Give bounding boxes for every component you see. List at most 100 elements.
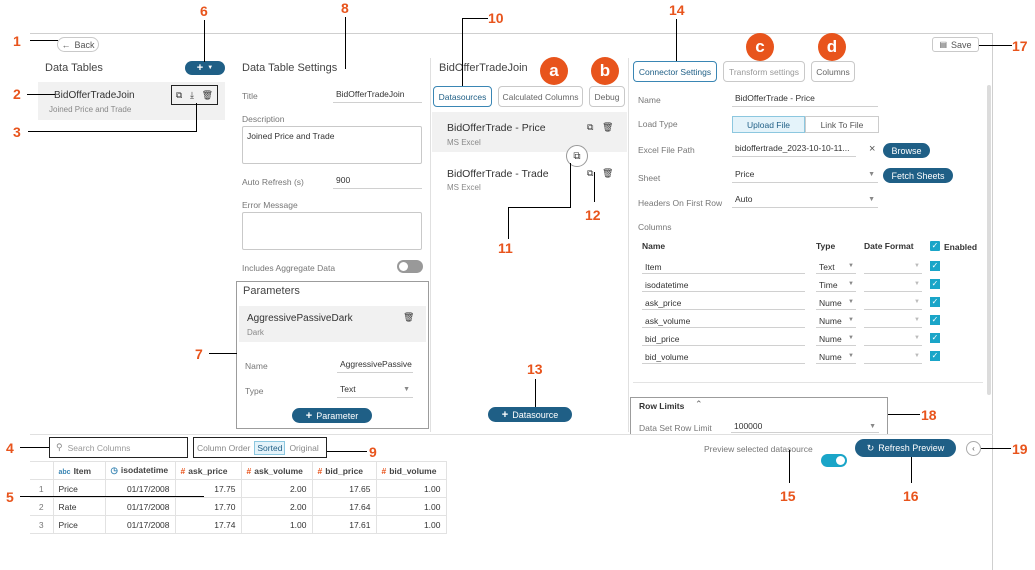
column-type-select[interactable]: Nume ▼ [816, 349, 856, 364]
row-limit-select[interactable]: 100000 ▼ [731, 421, 879, 433]
chevron-down-icon: ▼ [207, 65, 214, 71]
enabled-all-checkbox[interactable]: ✓ [930, 241, 940, 251]
copy-icon[interactable]: ⧉ [176, 90, 182, 101]
tab-calculated-columns[interactable]: Calculated Columns [498, 86, 583, 107]
parameter-item[interactable]: AggressivePassiveDark Dark 🗑 [239, 306, 426, 342]
path-input[interactable]: bidoffertrade_2023-10-10-11... [732, 143, 856, 157]
download-icon[interactable]: ⤓ [190, 90, 194, 101]
date-format-select[interactable]: ▼ [864, 259, 922, 274]
column-name-input[interactable]: Item [642, 259, 805, 274]
callout-2: 2 [13, 86, 21, 102]
col-header-enabled: Enabled [944, 242, 978, 252]
param-name-input[interactable]: AggressivePassive [337, 359, 413, 373]
clear-icon[interactable]: × [869, 143, 875, 155]
chevron-down-icon: ▼ [869, 423, 876, 430]
row-number: 1 [30, 479, 54, 498]
chevron-down-icon: ▼ [914, 299, 920, 305]
collapse-panel-button[interactable]: ‹ [966, 441, 981, 456]
aggregate-toggle[interactable] [397, 260, 423, 273]
column-type-select[interactable]: Nume ▼ [816, 295, 856, 310]
enabled-checkbox[interactable]: ✓ [930, 351, 940, 361]
refresh-preview-button[interactable]: ↻ Refresh Preview [855, 439, 956, 457]
tab-columns[interactable]: Columns [811, 61, 855, 82]
date-format-select[interactable]: ▼ [864, 313, 922, 328]
callout-6: 6 [200, 3, 208, 19]
enabled-checkbox[interactable]: ✓ [930, 279, 940, 289]
trash-icon[interactable]: 🗑 [403, 312, 414, 323]
column-header[interactable]: # ask_volume [240, 461, 313, 480]
table-settings-title: Data Table Settings [242, 62, 338, 74]
title-input[interactable]: BidOfferTradeJoin [333, 89, 422, 103]
tab-datasources[interactable]: Datasources [433, 86, 492, 107]
search-columns-input[interactable]: ⚲ Search Columns [49, 437, 188, 458]
callout-12: 12 [585, 207, 601, 223]
param-type-select[interactable]: Text ▼ [337, 384, 413, 398]
add-data-table-button[interactable]: + ▼ [185, 61, 225, 75]
auto-refresh-input[interactable]: 900 [333, 175, 422, 189]
column-header[interactable]: # bid_volume [375, 461, 447, 480]
add-parameter-button[interactable]: + Parameter [292, 408, 372, 423]
table-cell: Price [52, 479, 106, 498]
trash-icon[interactable]: 🗑 [602, 122, 613, 133]
error-message-textarea[interactable] [242, 212, 422, 250]
callout-c: c [746, 33, 774, 61]
upload-file-button[interactable]: Upload File [732, 116, 805, 133]
enabled-checkbox[interactable]: ✓ [930, 333, 940, 343]
tab-transform-settings[interactable]: Transform settings [723, 61, 805, 82]
sorted-button[interactable]: Sorted [254, 440, 286, 455]
column-header[interactable]: # bid_price [311, 461, 377, 480]
column-header[interactable]: abc Item [52, 461, 106, 480]
data-table-actions: ⧉ ⤓ 🗑 [171, 85, 218, 105]
scrollbar[interactable] [987, 85, 991, 395]
chevron-up-icon[interactable]: ⌃ [695, 399, 703, 410]
column-type-select[interactable]: Nume ▼ [816, 313, 856, 328]
column-name-input[interactable]: ask_price [642, 295, 805, 310]
table-cell: 17.70 [174, 497, 242, 516]
sheet-select[interactable]: Price ▼ [732, 169, 878, 183]
back-button[interactable]: ← Back [57, 37, 99, 52]
preview-toggle[interactable] [821, 454, 847, 467]
table-cell: 17.65 [311, 479, 377, 498]
tab-debug[interactable]: Debug [589, 86, 625, 107]
column-type-select[interactable]: Nume ▼ [816, 331, 856, 346]
add-datasource-button[interactable]: + Datasource [488, 407, 572, 422]
column-type-select[interactable]: Text ▼ [816, 259, 856, 274]
param-type-label: Type [245, 386, 264, 396]
enabled-checkbox[interactable]: ✓ [930, 315, 940, 325]
enabled-checkbox[interactable]: ✓ [930, 261, 940, 271]
date-format-select[interactable]: ▼ [864, 331, 922, 346]
headers-select[interactable]: Auto ▼ [732, 194, 878, 208]
trash-icon[interactable]: 🗑 [602, 168, 613, 179]
callout-4: 4 [6, 440, 14, 456]
column-header[interactable]: ◷ isodatetime [104, 461, 176, 480]
column-type-select[interactable]: Time ▼ [816, 277, 856, 292]
link-to-file-button[interactable]: Link To File [805, 116, 879, 133]
column-name-input[interactable]: bid_volume [642, 349, 805, 364]
sheet-label: Sheet [638, 173, 661, 183]
tab-connector-settings[interactable]: Connector Settings [633, 61, 717, 82]
trash-icon[interactable]: 🗑 [202, 90, 213, 101]
column-name-input[interactable]: ask_volume [642, 313, 805, 328]
description-textarea[interactable]: Joined Price and Trade [242, 126, 422, 164]
save-button[interactable]: ▤ Save [932, 37, 979, 52]
copy-icon[interactable]: ⧉ [587, 168, 593, 179]
datasource-item[interactable]: BidOfferTrade - Price MS Excel ⧉ 🗑 [432, 112, 627, 152]
column-config-row: Item Text ▼ ▼ ✓ [638, 259, 981, 275]
date-format-select[interactable]: ▼ [864, 277, 922, 292]
column-header[interactable]: # ask_price [174, 461, 242, 480]
name-input[interactable]: BidOfferTrade - Price [732, 93, 878, 107]
copy-icon[interactable]: ⧉ [587, 122, 593, 133]
browse-button[interactable]: Browse [883, 143, 930, 158]
enabled-checkbox[interactable]: ✓ [930, 297, 940, 307]
date-format-select[interactable]: ▼ [864, 349, 922, 364]
callout-9: 9 [369, 444, 377, 460]
callout-18: 18 [921, 407, 937, 423]
date-format-select[interactable]: ▼ [864, 295, 922, 310]
column-name-input[interactable]: isodatetime [642, 277, 805, 292]
plus-icon: + [305, 409, 313, 422]
callout-b: b [591, 57, 619, 85]
fetch-sheets-button[interactable]: Fetch Sheets [883, 168, 953, 183]
column-name-input[interactable]: bid_price [642, 331, 805, 346]
datasource-item[interactable]: BidOfferTrade - Trade MS Excel ⧉ 🗑 [432, 158, 627, 198]
original-button[interactable]: Original [289, 443, 318, 453]
